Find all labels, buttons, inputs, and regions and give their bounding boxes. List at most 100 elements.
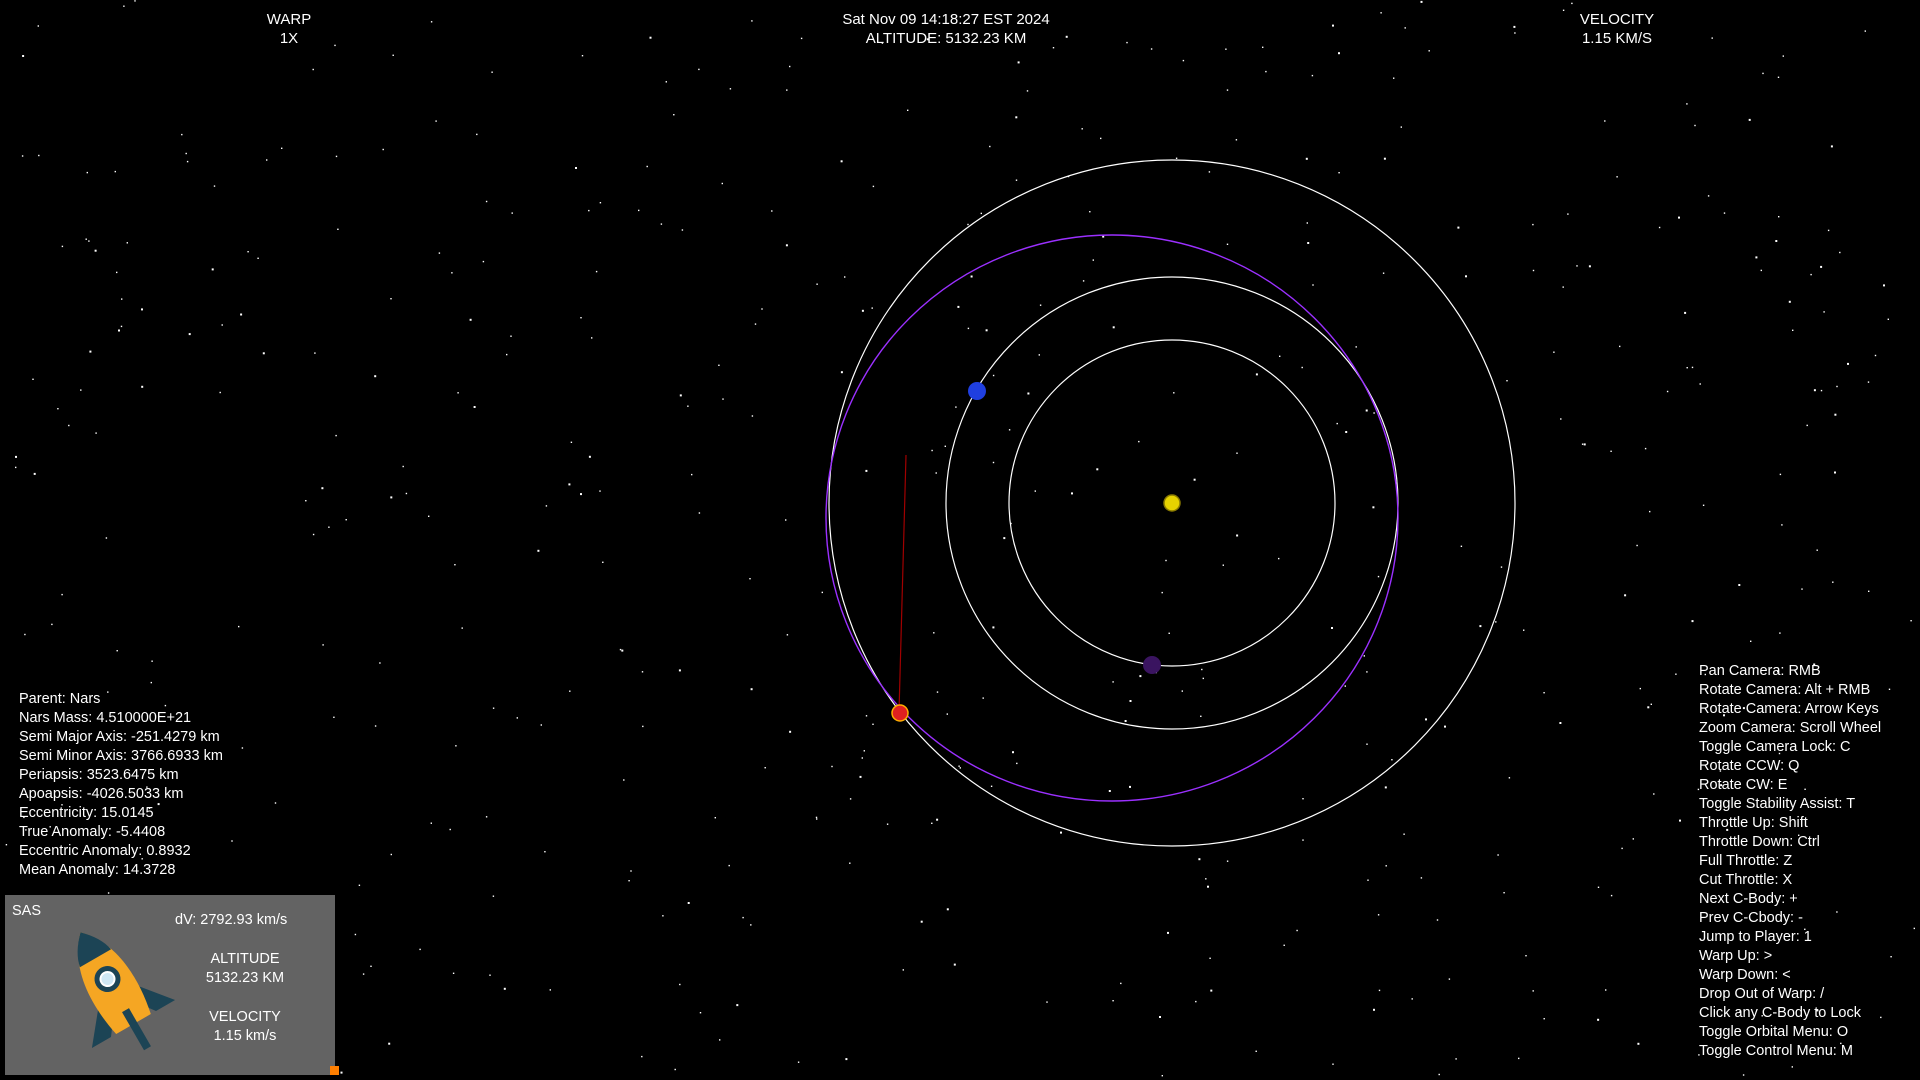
star xyxy=(1460,545,1463,547)
star xyxy=(1699,383,1701,385)
star xyxy=(849,798,852,800)
purple-planet-body[interactable] xyxy=(1143,656,1161,674)
star xyxy=(1583,443,1586,446)
star xyxy=(678,669,681,672)
star xyxy=(1034,490,1036,492)
star xyxy=(1161,591,1163,594)
star xyxy=(1647,706,1650,709)
star xyxy=(274,802,277,804)
star xyxy=(845,1058,848,1061)
star xyxy=(1650,703,1652,705)
warp-value: 1X xyxy=(279,30,299,47)
star xyxy=(1523,629,1525,631)
star xyxy=(1616,176,1618,178)
star xyxy=(1296,929,1298,932)
control-item: Toggle Orbital Menu: O xyxy=(1699,1024,1849,1040)
star xyxy=(1003,537,1006,540)
star xyxy=(24,633,26,636)
star xyxy=(1649,510,1651,513)
star xyxy=(958,765,960,767)
star xyxy=(865,715,868,717)
star xyxy=(1755,256,1758,259)
star xyxy=(1438,1073,1440,1076)
star xyxy=(1425,718,1427,721)
star xyxy=(1129,785,1131,788)
star xyxy=(1707,195,1710,197)
star xyxy=(335,155,338,158)
control-item: Rotate Camera: Alt + RMB xyxy=(1699,682,1871,698)
star xyxy=(1820,389,1823,392)
blue-planet-body[interactable] xyxy=(968,382,986,400)
star xyxy=(105,537,108,539)
star xyxy=(570,441,573,443)
star xyxy=(1559,722,1562,724)
star xyxy=(1497,854,1499,856)
star xyxy=(1495,621,1497,623)
star xyxy=(936,818,939,821)
star xyxy=(821,591,823,594)
star xyxy=(449,828,451,831)
star xyxy=(861,309,864,312)
star xyxy=(1278,557,1280,560)
star xyxy=(1742,1074,1745,1076)
star xyxy=(1782,55,1784,57)
star xyxy=(1400,126,1402,128)
star xyxy=(1532,223,1534,226)
star xyxy=(902,969,904,971)
star xyxy=(1420,877,1423,879)
star xyxy=(1890,956,1892,958)
star xyxy=(238,625,240,628)
star xyxy=(61,593,63,596)
star xyxy=(1913,927,1915,930)
star xyxy=(1723,212,1726,214)
star xyxy=(68,424,70,427)
star xyxy=(118,329,120,332)
control-item: Zoom Camera: Scroll Wheel xyxy=(1699,720,1882,736)
star xyxy=(1788,300,1791,303)
star xyxy=(628,880,630,882)
ship-status-panel: SAS dV: 2792.93 km/s ALTITUDE 5132.23 KM… xyxy=(5,895,335,1075)
orbit-info-semi-minor: Semi Minor Axis: 3766.6933 km xyxy=(19,748,223,764)
star xyxy=(646,165,648,168)
star xyxy=(955,406,957,408)
star xyxy=(1465,275,1467,278)
star xyxy=(749,578,751,580)
sun-body[interactable] xyxy=(1163,494,1181,512)
star xyxy=(1867,381,1870,383)
star xyxy=(511,212,513,214)
star xyxy=(312,533,315,536)
sas-toggle[interactable]: SAS xyxy=(12,903,41,919)
star xyxy=(742,916,744,919)
orbit-info-eccentric-anomaly: Eccentric Anomaly: 0.8932 xyxy=(19,843,191,859)
star xyxy=(186,160,189,163)
star xyxy=(786,89,788,91)
star xyxy=(681,229,684,231)
star xyxy=(1205,878,1207,880)
star xyxy=(321,487,324,490)
star xyxy=(438,252,441,254)
star xyxy=(1448,978,1451,980)
star xyxy=(861,757,863,759)
star xyxy=(1225,48,1227,50)
star xyxy=(1027,392,1030,395)
star xyxy=(831,765,833,768)
star xyxy=(1382,272,1385,274)
star xyxy=(580,493,582,496)
star xyxy=(1874,354,1877,357)
star xyxy=(872,185,875,188)
star xyxy=(362,973,365,975)
star xyxy=(390,496,393,499)
orbit-info-true-anomaly: True Anomaly: -5.4408 xyxy=(19,824,166,840)
control-item: Toggle Control Menu: M xyxy=(1699,1043,1853,1059)
star xyxy=(1372,506,1375,509)
star xyxy=(865,469,868,472)
star xyxy=(1686,367,1688,369)
star xyxy=(358,884,361,886)
star xyxy=(37,25,39,27)
star xyxy=(405,492,408,495)
star xyxy=(1373,1008,1375,1011)
star xyxy=(123,5,125,7)
star xyxy=(116,650,118,652)
star xyxy=(1658,226,1661,229)
player-ship-marker[interactable] xyxy=(891,704,909,722)
